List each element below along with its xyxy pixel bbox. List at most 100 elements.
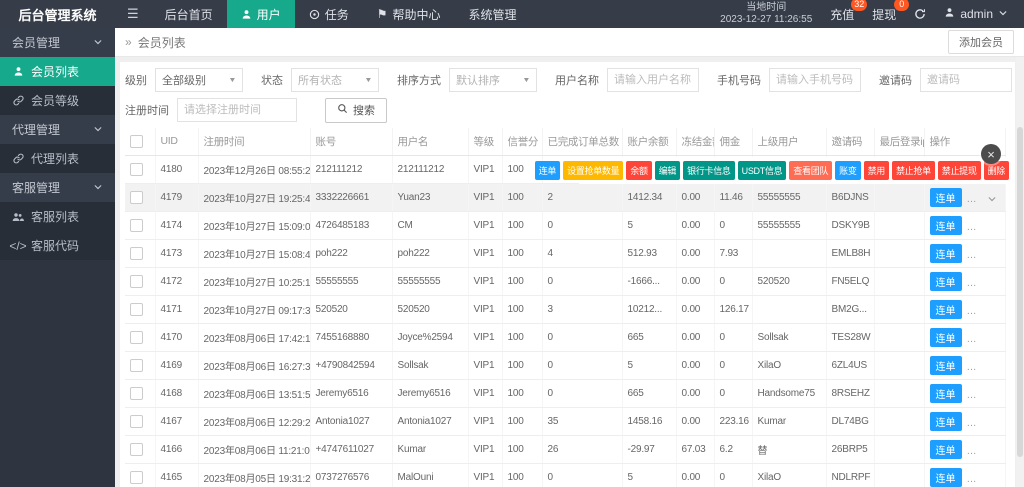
row-checkbox[interactable] [130,303,143,316]
level-select[interactable]: 全部级别 ▼ [155,68,243,92]
cell-parent: Handsome75 [752,379,826,407]
sidebar-item[interactable]: 会员列表 [0,57,115,86]
column-header[interactable]: 佣金 [714,128,752,155]
recharge-button[interactable]: 充值 32 [830,6,854,23]
column-header[interactable]: 邀请码 [826,128,874,155]
row-checkbox[interactable] [130,275,143,288]
row-checkbox[interactable] [130,471,143,484]
row-action-button[interactable]: 设置抢单数量 [563,161,623,180]
chain-order-button[interactable]: 连单 [930,440,962,459]
column-header[interactable]: 用户名 [392,128,468,155]
search-button[interactable]: 搜索 [325,98,387,123]
sort-select[interactable]: 默认排序 ▼ [449,68,537,92]
topnav-item[interactable]: 系统管理 [454,0,530,28]
column-header[interactable]: 冻结金额 [676,128,714,155]
column-header[interactable]: 账户余额 [622,128,676,155]
row-more-button[interactable]: … [967,390,977,401]
scrollbar-thumb[interactable] [1017,127,1023,457]
chain-order-button[interactable]: 连单 [930,468,962,487]
scrollbar[interactable] [1016,57,1024,487]
chain-order-button[interactable]: 连单 [930,216,962,235]
cell-parent: Sollsak [752,323,826,351]
column-header[interactable]: 最后登录ip [874,128,924,155]
column-header[interactable]: 注册时间 [198,128,310,155]
row-more-button[interactable]: … [967,194,977,205]
chain-order-button[interactable]: 连单 [930,412,962,431]
phone-input[interactable] [769,68,861,92]
column-header[interactable]: 账号 [310,128,392,155]
add-member-button[interactable]: 添加会员 [948,30,1014,54]
select-all-checkbox[interactable] [130,135,143,148]
refresh-icon[interactable] [914,8,926,20]
row-checkbox[interactable] [130,247,143,260]
row-checkbox[interactable] [130,443,143,456]
row-action-button[interactable]: USDT信息 [738,161,787,180]
row-more-button[interactable]: … [967,334,977,345]
regtime-input[interactable] [177,98,297,122]
row-action-button[interactable]: 禁止抢单 [892,161,935,180]
sidebar-group-header[interactable]: 代理管理 [0,115,115,144]
cell-username: poh222 [392,239,468,267]
column-header[interactable]: 信誉分 [502,128,542,155]
row-action-button[interactable]: 编辑 [655,161,680,180]
chain-order-button[interactable]: 连单 [930,300,962,319]
sidebar-item[interactable]: </>客服代码 [0,231,115,260]
status-select[interactable]: 所有状态 ▼ [291,68,379,92]
column-header[interactable]: 上级用户 [752,128,826,155]
column-header[interactable]: 等级 [468,128,502,155]
invite-code-input[interactable] [920,68,1012,92]
sort-label: 排序方式 [397,72,441,88]
cell-frozen: 0.00 [676,295,714,323]
user-menu[interactable]: admin [944,7,1008,21]
username-input[interactable] [607,68,699,92]
chain-order-button[interactable]: 连单 [930,244,962,263]
topnav-item[interactable]: 任务 [295,0,363,28]
sidebar-item[interactable]: 客服列表 [0,202,115,231]
sidebar-group-header[interactable]: 客服管理 [0,173,115,202]
row-checkbox[interactable] [130,163,143,176]
row-action-button[interactable]: 删除 [984,161,1009,180]
chain-order-button[interactable]: 连单 [930,356,962,375]
column-header[interactable]: UID [155,128,198,155]
row-expand-chevron-icon[interactable] [987,191,997,209]
sidebar-item[interactable]: 代理列表 [0,144,115,173]
row-more-button[interactable]: … [967,418,977,429]
row-more-button[interactable]: … [967,250,977,261]
chain-order-button[interactable]: 连单 [930,272,962,291]
row-more-button[interactable]: … [967,306,977,317]
row-action-button[interactable]: 账变 [835,161,860,180]
row-action-button[interactable]: 余额 [626,161,651,180]
cell-balance: 5 [622,351,676,379]
topnav-item[interactable]: 后台首页 [151,0,227,28]
topnav-item[interactable]: 用户 [227,0,295,28]
row-checkbox[interactable] [130,191,143,204]
row-more-button[interactable]: … [967,446,977,457]
menu-icon[interactable]: ☰ [115,0,151,28]
sidebar-group-header[interactable]: 会员管理 [0,28,115,57]
row-checkbox[interactable] [130,331,143,344]
row-action-button[interactable]: 查看团队 [789,161,832,180]
row-action-button[interactable]: 禁用 [864,161,889,180]
row-checkbox[interactable] [130,359,143,372]
row-more-button[interactable]: … [967,278,977,289]
task-icon [309,9,320,20]
row-checkbox[interactable] [130,415,143,428]
close-icon[interactable]: × [981,144,1001,164]
withdraw-button[interactable]: 提现 0 [872,6,896,23]
row-checkbox[interactable] [130,219,143,232]
local-time: 当地时间 2023-12-27 11:26:55 [720,2,812,27]
row-checkbox[interactable] [130,387,143,400]
chain-order-button[interactable]: 连单 [930,384,962,403]
cell-credit: 100 [502,295,542,323]
chain-order-button[interactable]: 连单 [930,188,962,207]
row-action-button[interactable]: 连单 [535,161,560,180]
row-action-button[interactable]: 银行卡信息 [683,161,735,180]
chain-order-button[interactable]: 连单 [930,328,962,347]
sidebar-item[interactable]: 会员等级 [0,86,115,115]
topnav-item[interactable]: ⚑帮助中心 [363,0,455,28]
row-more-button[interactable]: … [967,222,977,233]
row-more-button[interactable]: … [967,474,977,485]
row-action-button[interactable]: 禁止提现 [938,161,981,180]
row-more-button[interactable]: … [967,362,977,373]
column-header[interactable]: 已完成订单总数 [542,128,622,155]
